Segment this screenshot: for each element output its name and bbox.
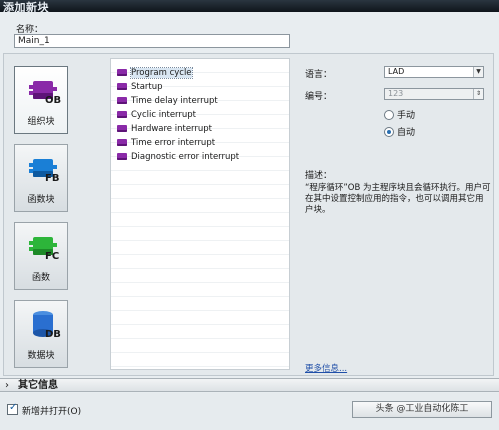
chevron-right-icon: ›	[5, 380, 9, 391]
window-title: 添加新块	[3, 1, 49, 14]
language-select[interactable]: LAD ▼	[384, 66, 484, 78]
language-label: 语言：	[305, 70, 333, 80]
type-button-fb-label: 函数块	[27, 195, 55, 205]
radio-auto[interactable]: 自动	[384, 125, 415, 138]
list-item-cyclic-interrupt[interactable]: Cyclic interrupt	[117, 109, 196, 122]
title-bar: 添加新块	[0, 0, 499, 14]
add-and-open-checkbox[interactable]	[7, 402, 18, 415]
footer-bar: 新增并打开(O) 头条 @工业自动化陈工	[0, 393, 499, 430]
ob-icon	[117, 69, 127, 76]
more-info-link[interactable]: 更多信息...	[305, 362, 347, 374]
fb-code-label: FB	[45, 173, 60, 184]
ob-icon	[117, 111, 127, 118]
type-button-db[interactable]: DB 数据块	[14, 300, 68, 368]
type-button-fc-label: 函数	[31, 273, 50, 283]
number-value: 123	[388, 89, 404, 98]
ob-icon	[117, 125, 127, 132]
dropdown-arrow-icon: ▼	[473, 67, 483, 77]
list-item-hardware-interrupt[interactable]: Hardware interrupt	[117, 123, 212, 136]
ob-icon	[117, 139, 127, 146]
fc-code-label: FC	[45, 251, 60, 262]
ok-button[interactable]: 头条 @工业自动化陈工	[352, 401, 492, 418]
radio-circle-selected-icon	[384, 127, 394, 137]
list-item-time-error-interrupt[interactable]: Time error interrupt	[117, 137, 215, 150]
other-info-section[interactable]: › 其它信息	[0, 378, 499, 392]
type-button-ob[interactable]: OB 组织块	[14, 66, 68, 134]
ob-icon	[117, 97, 127, 104]
number-spinner: 123 ⇕	[384, 88, 484, 100]
type-button-fb[interactable]: FB 函数块	[14, 144, 68, 212]
other-info-label: 其它信息	[18, 380, 58, 391]
list-item-time-delay-interrupt[interactable]: Time delay interrupt	[117, 95, 218, 108]
db-code-label: DB	[45, 329, 61, 340]
ob-icon	[117, 153, 127, 160]
type-button-ob-label: 组织块	[27, 117, 55, 127]
type-button-fc[interactable]: FC 函数	[14, 222, 68, 290]
radio-circle-icon	[384, 110, 394, 120]
list-item-program-cycle[interactable]: Program cycle	[117, 67, 193, 80]
add-and-open-label: 新增并打开(O)	[22, 407, 82, 417]
number-label: 编号：	[305, 92, 333, 102]
description-label: 描述：	[305, 171, 333, 181]
list-item-diagnostic-error-interrupt[interactable]: Diagnostic error interrupt	[117, 151, 239, 164]
ob-code-label: OB	[45, 95, 62, 106]
description-text: “程序循环”OB 为主程序块且会循环执行。用户可在其中设置控制应用的指令，也可以…	[305, 183, 491, 215]
radio-manual[interactable]: 手动	[384, 108, 415, 121]
ob-type-list[interactable]: Program cycle Startup Time delay interru…	[110, 58, 290, 370]
name-input[interactable]: Main_1	[14, 34, 290, 48]
language-value: LAD	[388, 67, 405, 76]
spinner-arrows-icon: ⇕	[473, 89, 483, 99]
ob-icon	[117, 83, 127, 90]
list-item-startup[interactable]: Startup	[117, 81, 163, 94]
type-button-db-label: 数据块	[27, 351, 55, 361]
